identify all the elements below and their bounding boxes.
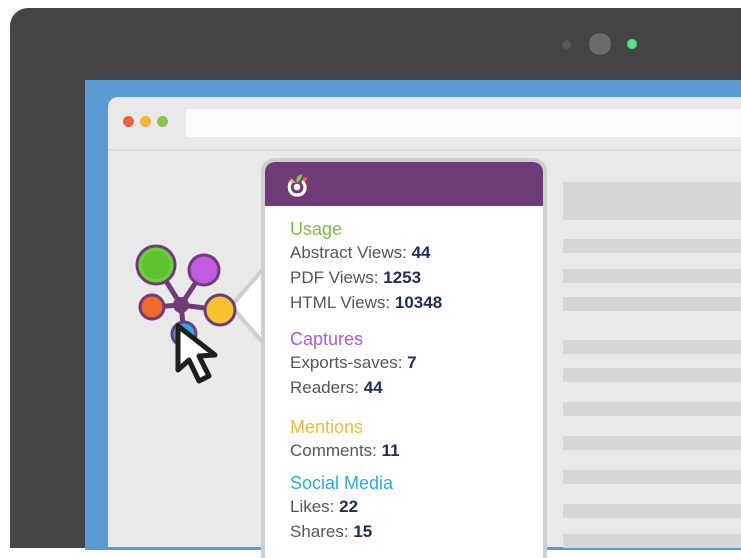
- content-placeholder-line: [563, 436, 741, 450]
- captures-title: Captures: [290, 329, 364, 349]
- content-placeholder-block: [563, 182, 741, 220]
- camera-dot-left: [562, 40, 571, 49]
- camera-lens: [589, 33, 611, 55]
- captures-section: Captures Exports-saves: 7 Readers: 44: [290, 328, 417, 400]
- metric-label: HTML Views:: [290, 293, 391, 312]
- cursor-arrow-icon: [175, 323, 218, 384]
- content-placeholder-line: [563, 297, 741, 311]
- metric-value: 22: [339, 497, 359, 516]
- readers-row: Readers: 44: [290, 375, 417, 400]
- likes-row: Likes: 22: [290, 494, 393, 519]
- content-placeholder-line: [563, 340, 741, 354]
- usage-section: Usage Abstract Views: 44 PDF Views: 1253…: [290, 218, 442, 315]
- camera-indicator-light: [627, 39, 637, 49]
- metric-label: Exports-saves:: [290, 353, 403, 372]
- metric-value: 10348: [394, 293, 443, 312]
- metric-value: 44: [411, 243, 431, 262]
- usage-title: Usage: [290, 219, 343, 239]
- content-placeholder-line: [563, 269, 741, 283]
- metric-label: Likes:: [290, 497, 335, 516]
- metric-label: Readers:: [290, 378, 359, 397]
- metric-value: 11: [381, 441, 400, 460]
- content-placeholder-line: [563, 504, 741, 518]
- social-media-title: Social Media: [290, 473, 394, 493]
- metric-label: Shares:: [290, 522, 349, 541]
- plumx-logo-icon: [287, 174, 307, 197]
- minimize-window-button[interactable]: [140, 116, 151, 127]
- shares-row: Shares: 15: [290, 519, 393, 544]
- abstract-views-row: Abstract Views: 44: [290, 240, 442, 265]
- metric-label: Abstract Views:: [290, 243, 407, 262]
- content-placeholder-line: [563, 402, 741, 416]
- metric-value: 15: [353, 522, 373, 541]
- comments-row: Comments: 11: [290, 438, 400, 463]
- content-placeholder-line: [563, 368, 741, 382]
- html-views-row: HTML Views: 10348: [290, 290, 442, 315]
- social-media-section: Social Media Likes: 22 Shares: 15: [290, 472, 393, 544]
- exports-saves-row: Exports-saves: 7: [290, 350, 417, 375]
- metric-value: 7: [407, 353, 417, 372]
- metric-value: 1253: [383, 268, 422, 287]
- pdf-views-row: PDF Views: 1253: [290, 265, 442, 290]
- mentions-section: Mentions Comments: 11: [290, 416, 400, 463]
- metrics-popup: Usage Abstract Views: 44 PDF Views: 1253…: [261, 158, 547, 558]
- toolbar-divider: [108, 149, 741, 151]
- address-bar[interactable]: [186, 109, 741, 137]
- content-placeholder-line: [563, 534, 741, 548]
- popup-header: [265, 162, 543, 206]
- content-placeholder-line: [563, 470, 741, 484]
- metric-label: PDF Views:: [290, 268, 379, 287]
- content-placeholder-line: [563, 239, 741, 253]
- metric-label: Comments:: [290, 441, 377, 460]
- close-window-button[interactable]: [123, 116, 134, 127]
- mentions-title: Mentions: [290, 417, 364, 437]
- maximize-window-button[interactable]: [157, 116, 168, 127]
- metric-value: 44: [363, 378, 383, 397]
